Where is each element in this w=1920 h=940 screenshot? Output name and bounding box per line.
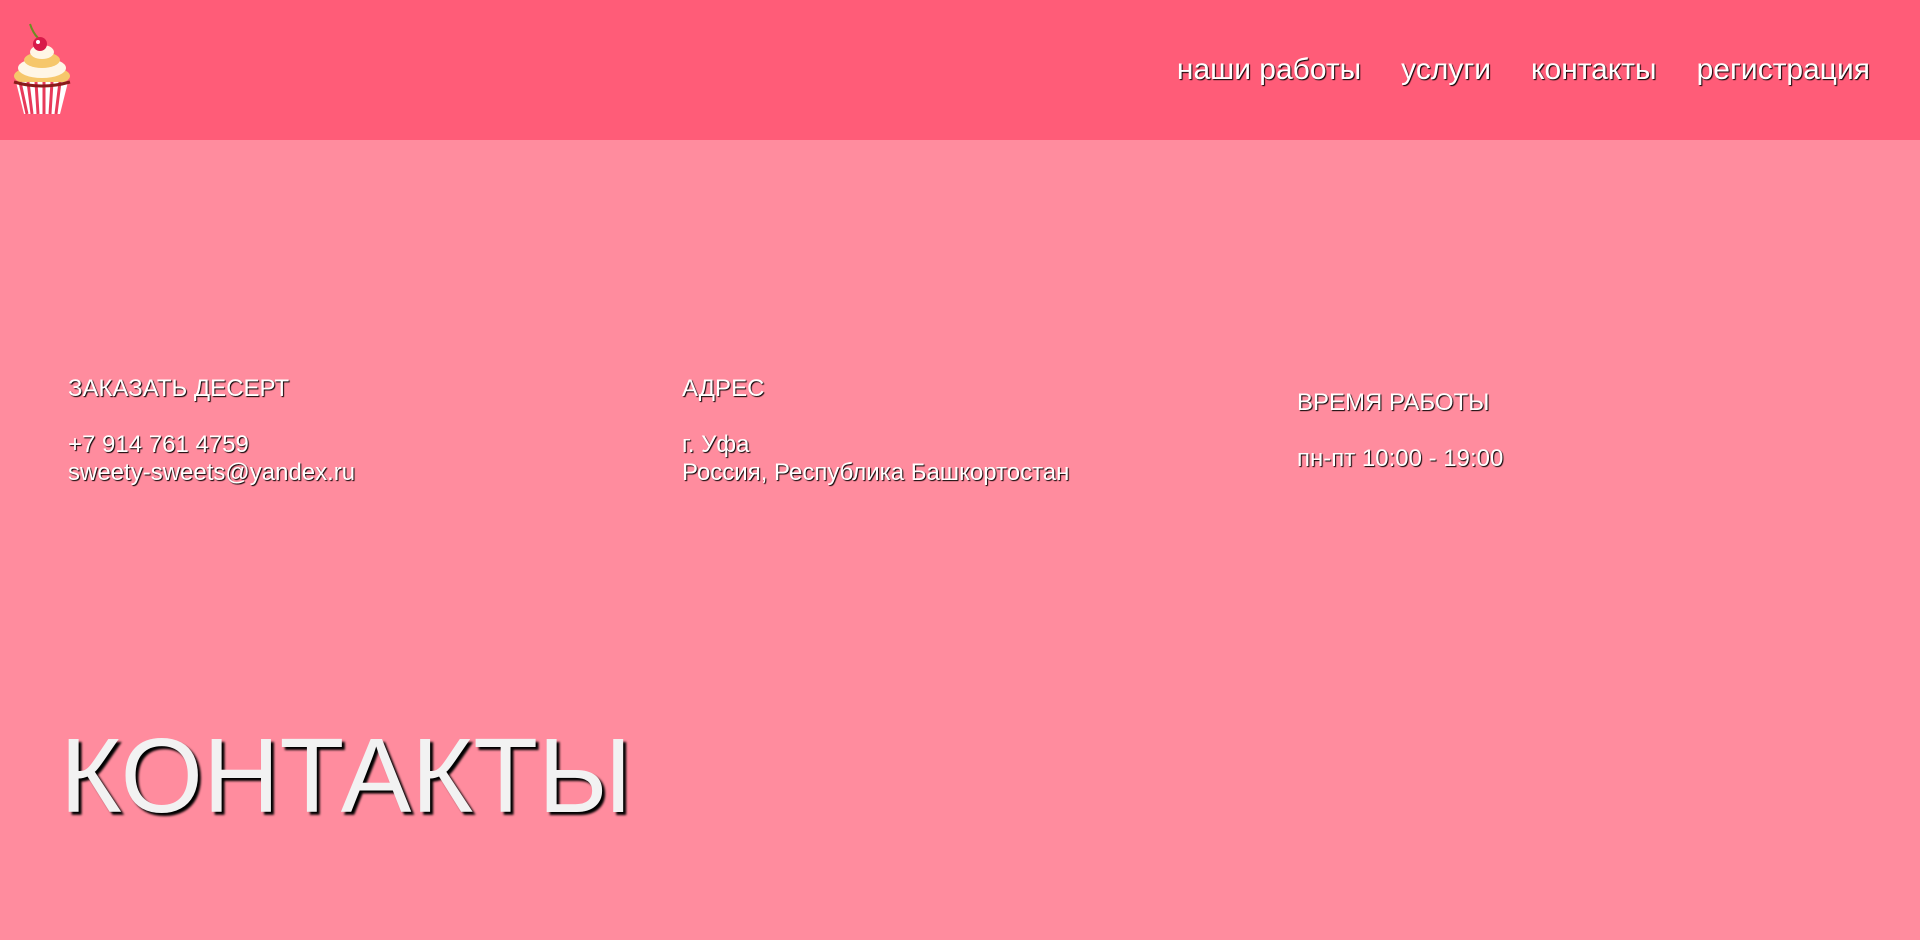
phone-number[interactable]: +7 914 761 4759 (68, 431, 355, 459)
nav-item-contacts[interactable]: контакты (1531, 50, 1657, 90)
address-title: АДРЕС (682, 375, 765, 402)
order-title: ЗАКАЗАТЬ ДЕСЕРТ (68, 375, 290, 402)
page-title: КОНТАКТЫ (60, 717, 632, 835)
nav-item-our-works[interactable]: наши работы (1177, 50, 1361, 90)
address-section: АДРЕС г. Уфа Россия, Республика Башкорто… (682, 375, 1069, 487)
hours-title: ВРЕМЯ РАБОТЫ (1297, 389, 1490, 416)
nav-item-registration[interactable]: регистрация (1697, 50, 1870, 90)
address-city: г. Уфа (682, 431, 750, 458)
cupcake-icon[interactable] (10, 20, 74, 116)
address-region: Россия, Республика Башкортостан (682, 459, 1070, 486)
hours-section: ВРЕМЯ РАБОТЫ пн-пт 10:00 - 19:00 (1297, 389, 1503, 473)
email-address[interactable]: sweety-sweets@yandex.ru (68, 459, 355, 487)
main-nav: наши работы услуги контакты регистрация (1177, 50, 1870, 90)
nav-item-services[interactable]: услуги (1401, 50, 1491, 90)
order-section: ЗАКАЗАТЬ ДЕСЕРТ +7 914 761 4759 sweety-s… (68, 375, 355, 487)
hours-schedule: пн-пт 10:00 - 19:00 (1297, 445, 1504, 472)
header: наши работы услуги контакты регистрация (0, 0, 1920, 140)
